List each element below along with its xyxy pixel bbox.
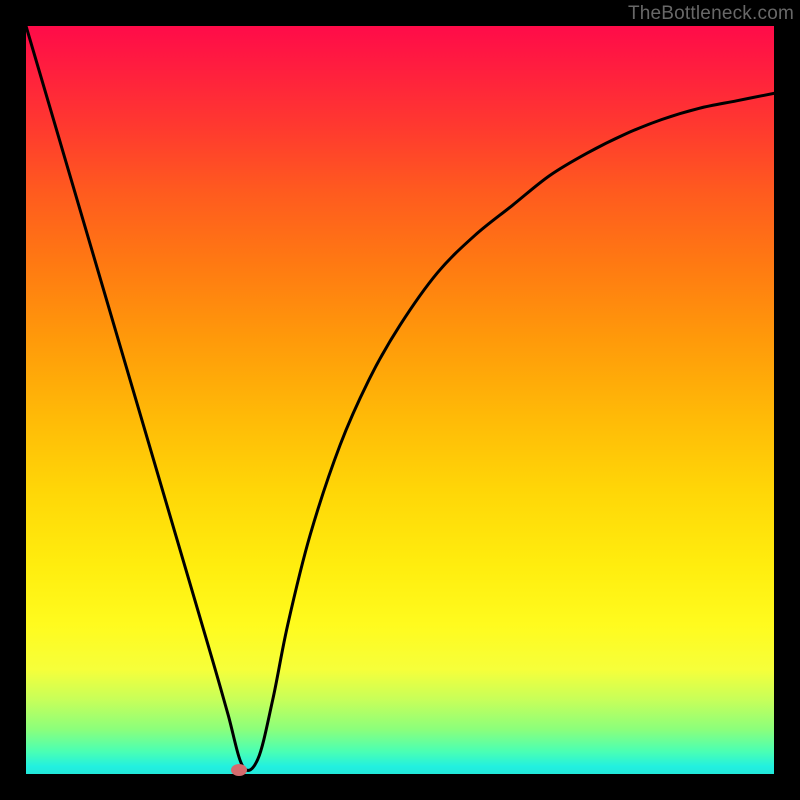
watermark-text: TheBottleneck.com bbox=[628, 3, 794, 25]
minimum-marker-icon bbox=[231, 764, 247, 776]
chart-curve bbox=[26, 26, 774, 774]
plot-area bbox=[26, 26, 774, 774]
chart-frame: TheBottleneck.com bbox=[0, 0, 800, 800]
